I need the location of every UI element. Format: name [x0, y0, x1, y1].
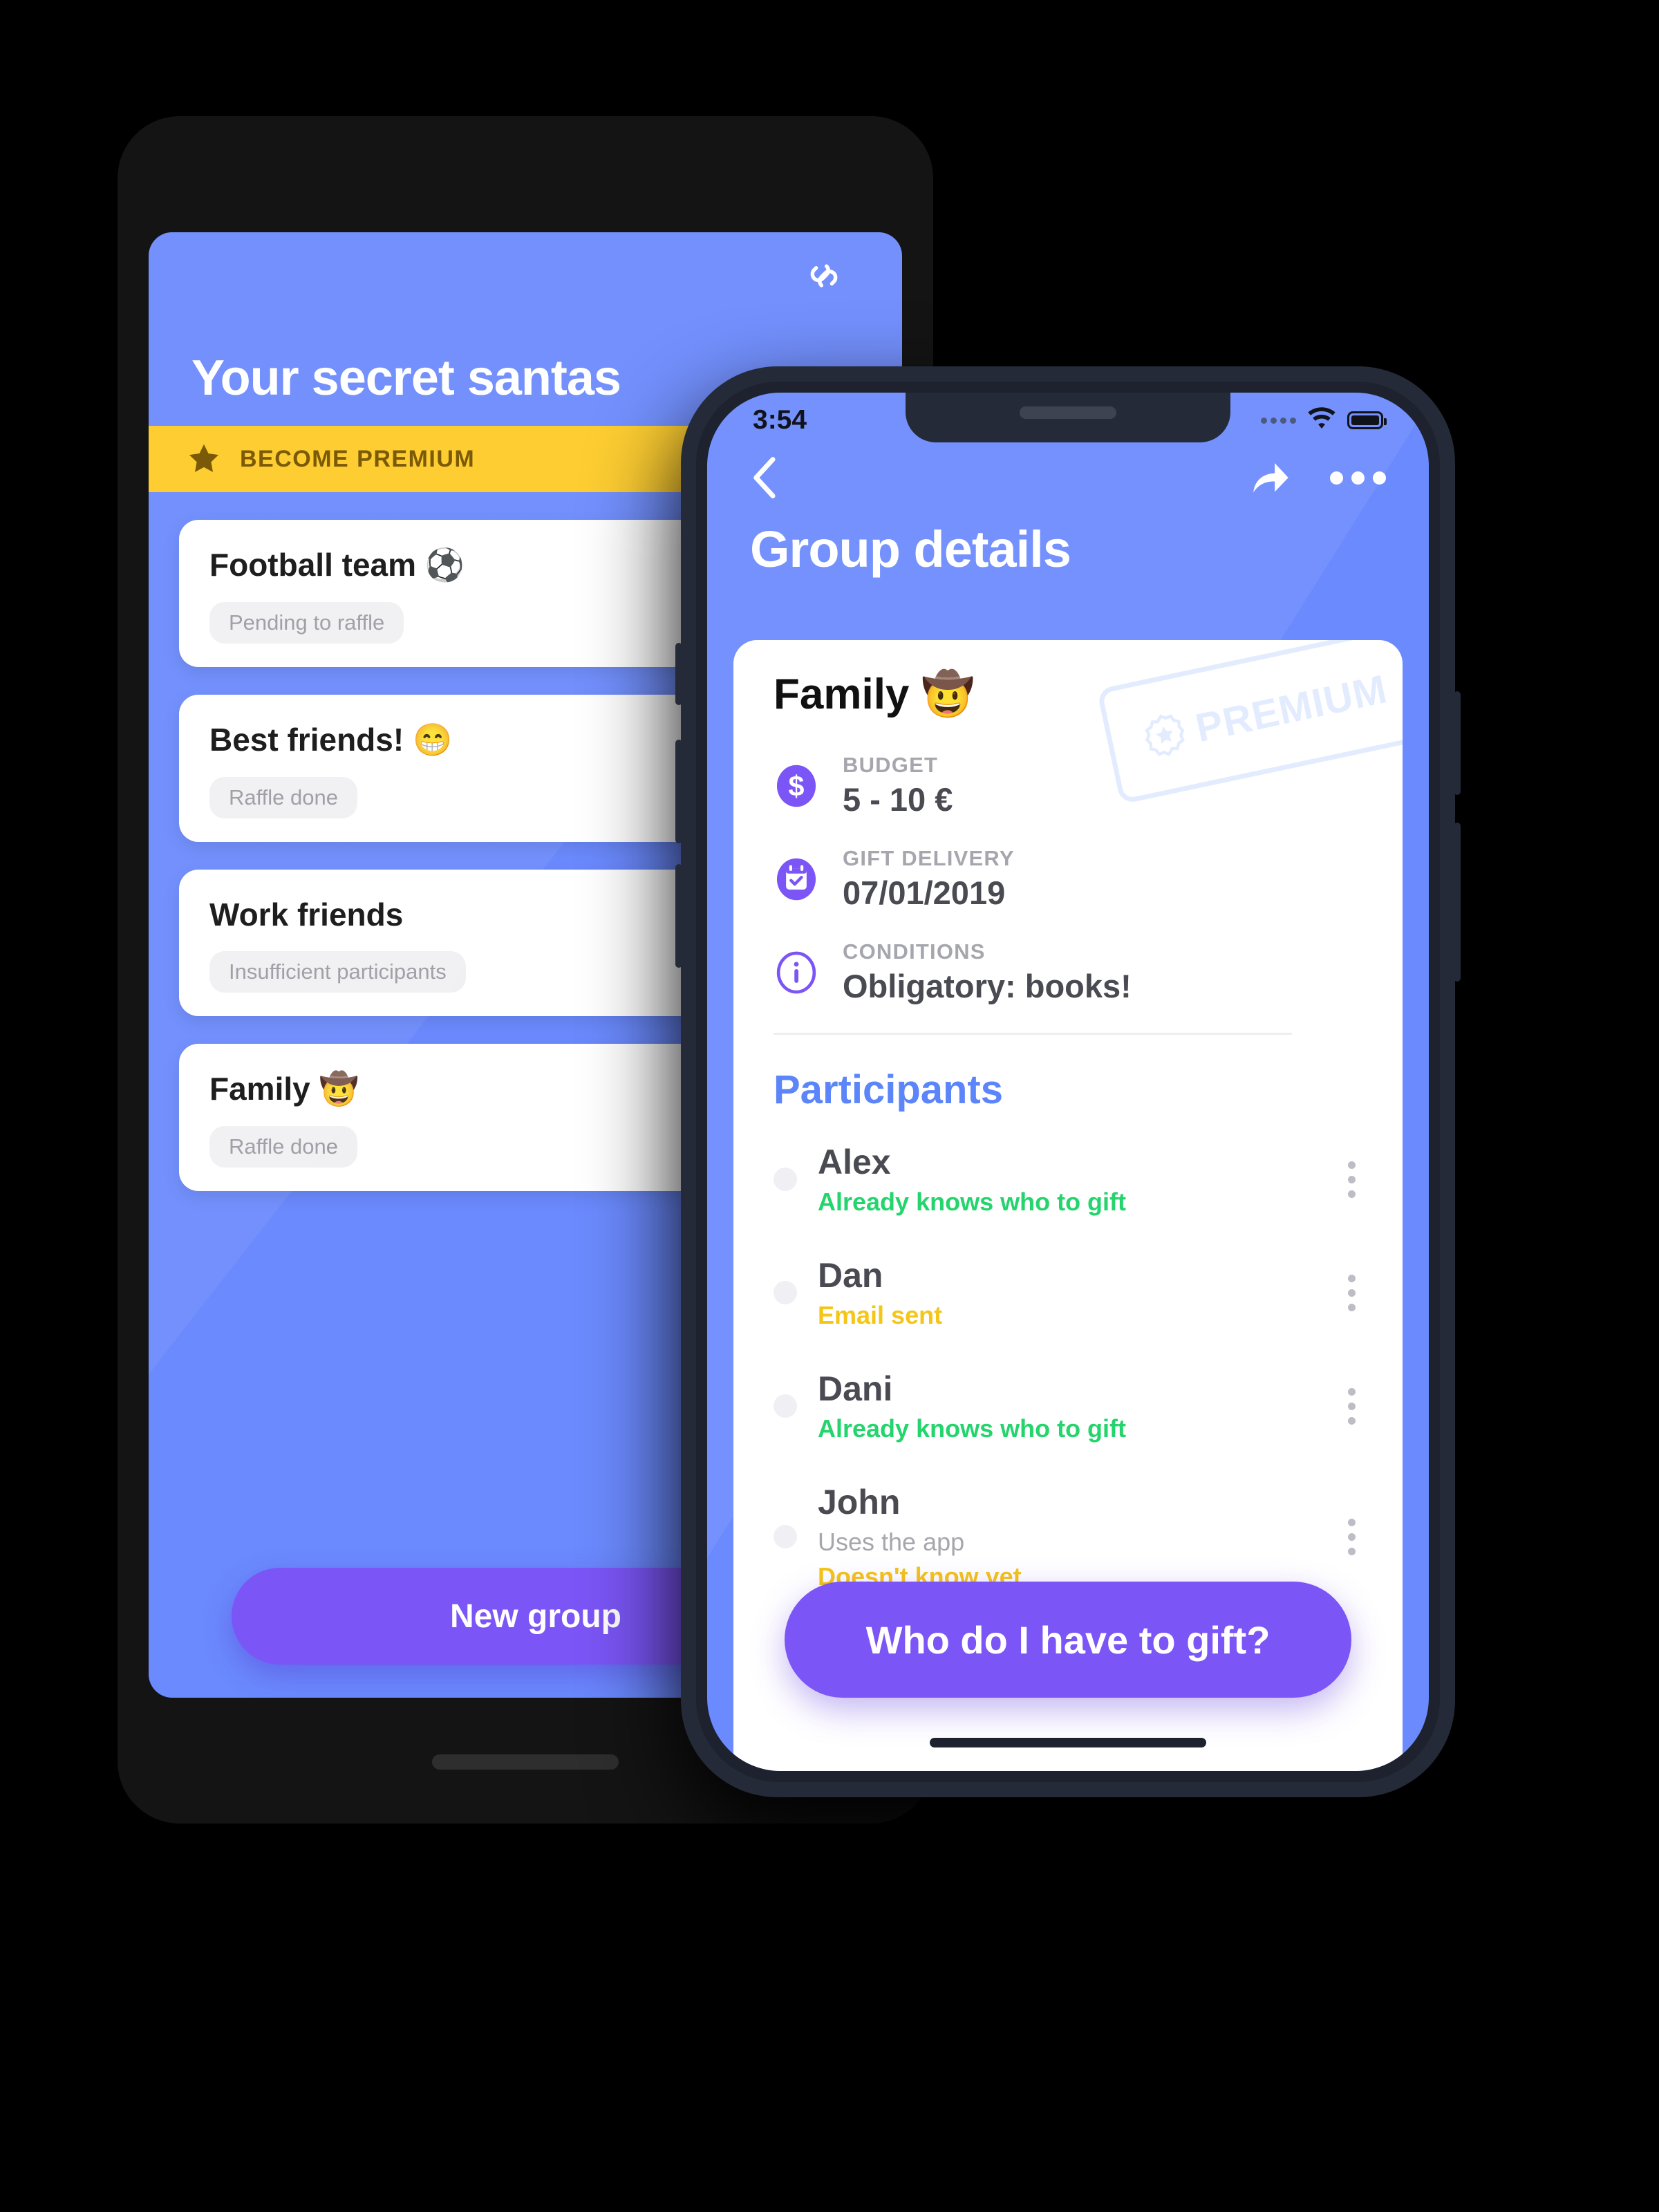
section-divider — [774, 1033, 1292, 1035]
participants-heading: Participants — [774, 1067, 1003, 1112]
participant-name: John — [818, 1483, 901, 1521]
group-info-section: PREMIUM Family 🤠 $ BUDGET 5 - 10 € GIFT … — [733, 640, 1403, 1611]
home-gesture-bar — [432, 1754, 619, 1770]
participant-status: Already knows who to gift — [818, 1188, 1127, 1216]
detail-row-budget: $ BUDGET 5 - 10 € — [774, 753, 1362, 818]
participant-info: Alex Already knows who to gift — [818, 1142, 1320, 1217]
front-phone-device: 3:54 Group details PREMIUM Family 🤠 $ BU… — [675, 366, 1461, 1797]
page-title: Your secret santas — [191, 350, 621, 406]
participant-info: Dan Email sent — [818, 1255, 1320, 1330]
front-phone-bezel: 3:54 Group details PREMIUM Family 🤠 $ BU… — [696, 382, 1440, 1782]
app-bar-row — [750, 456, 1386, 499]
who-do-i-gift-button[interactable]: Who do I have to gift? — [785, 1582, 1351, 1698]
detail-text-gift-delivery: GIFT DELIVERY 07/01/2019 — [843, 846, 1015, 912]
home-indicator — [930, 1738, 1206, 1747]
participant-status: Already knows who to gift — [818, 1414, 1127, 1443]
signal-dots-icon — [1261, 417, 1296, 424]
volume-up-button[interactable] — [675, 740, 682, 843]
wifi-icon — [1306, 406, 1338, 434]
participant-row[interactable]: Dani Already knows who to gift — [774, 1349, 1362, 1463]
page-title: Group details — [750, 521, 1071, 578]
calendar-check-icon — [774, 856, 819, 902]
participant-status: Email sent — [818, 1301, 943, 1329]
status-time: 3:54 — [753, 405, 807, 435]
avatar — [774, 1394, 797, 1418]
detail-text-conditions: CONDITIONS Obligatory: books! — [843, 939, 1132, 1005]
more-options-icon[interactable] — [1341, 1384, 1362, 1429]
app-bar-actions — [1248, 458, 1386, 498]
battery-icon — [1347, 411, 1387, 429]
detail-value: 5 - 10 € — [843, 781, 953, 818]
group-status-badge: Raffle done — [209, 777, 357, 818]
participant-row[interactable]: Alex Already knows who to gift — [774, 1123, 1362, 1236]
participant-status: Uses the app — [818, 1528, 965, 1556]
group-name: Family 🤠 — [774, 671, 975, 718]
detail-row-gift-delivery: GIFT DELIVERY 07/01/2019 — [774, 846, 1362, 912]
chevron-left-icon[interactable] — [750, 456, 780, 499]
participant-name: Dani — [818, 1369, 893, 1408]
device-notch — [906, 393, 1230, 442]
detail-label: CONDITIONS — [843, 939, 986, 964]
more-options-icon[interactable] — [1341, 1271, 1362, 1315]
premium-banner-label: BECOME PREMIUM — [240, 445, 476, 472]
info-circle-icon — [774, 950, 819, 995]
detail-label: GIFT DELIVERY — [843, 846, 1015, 870]
participant-info: Dani Already knows who to gift — [818, 1369, 1320, 1443]
earpiece-speaker — [1020, 406, 1116, 419]
detail-text-budget: BUDGET 5 - 10 € — [843, 753, 953, 818]
more-options-icon[interactable] — [1341, 1515, 1362, 1559]
participant-info: John Uses the app Doesn't know yet — [818, 1482, 1320, 1591]
participant-name: Dan — [818, 1256, 883, 1295]
group-status-badge: Insufficient participants — [209, 951, 466, 993]
detail-value: 07/01/2019 — [843, 874, 1006, 911]
detail-row-conditions: CONDITIONS Obligatory: books! — [774, 939, 1362, 1005]
group-status-badge: Raffle done — [209, 1126, 357, 1168]
more-dots-icon[interactable] — [1330, 471, 1386, 485]
detail-value: Obligatory: books! — [843, 968, 1132, 1004]
screenshot-stage: Your secret santas BECOME PREMIUM Footba… — [0, 0, 1659, 2212]
svg-text:$: $ — [789, 770, 805, 802]
participant-row[interactable]: Dan Email sent — [774, 1236, 1362, 1349]
share-arrow-icon[interactable] — [1248, 458, 1291, 498]
status-indicators — [1261, 406, 1387, 434]
more-options-icon[interactable] — [1341, 1157, 1362, 1202]
link-icon[interactable] — [803, 254, 845, 297]
avatar — [774, 1281, 797, 1304]
group-status-badge: Pending to raffle — [209, 602, 404, 644]
participant-name: Alex — [818, 1143, 891, 1181]
power-button[interactable] — [1454, 691, 1461, 795]
detail-label: BUDGET — [843, 753, 939, 777]
participants-list: Alex Already knows who to gift Dan Email… — [774, 1123, 1362, 1611]
dollar-circle-icon: $ — [774, 763, 819, 809]
mute-switch[interactable] — [675, 643, 682, 705]
group-details-screen: 3:54 Group details PREMIUM Family 🤠 $ BU… — [707, 393, 1429, 1771]
star-icon — [186, 441, 222, 477]
power-button-lower[interactable] — [1454, 823, 1461, 982]
avatar — [774, 1168, 797, 1191]
volume-down-button[interactable] — [675, 864, 682, 968]
avatar — [774, 1525, 797, 1548]
